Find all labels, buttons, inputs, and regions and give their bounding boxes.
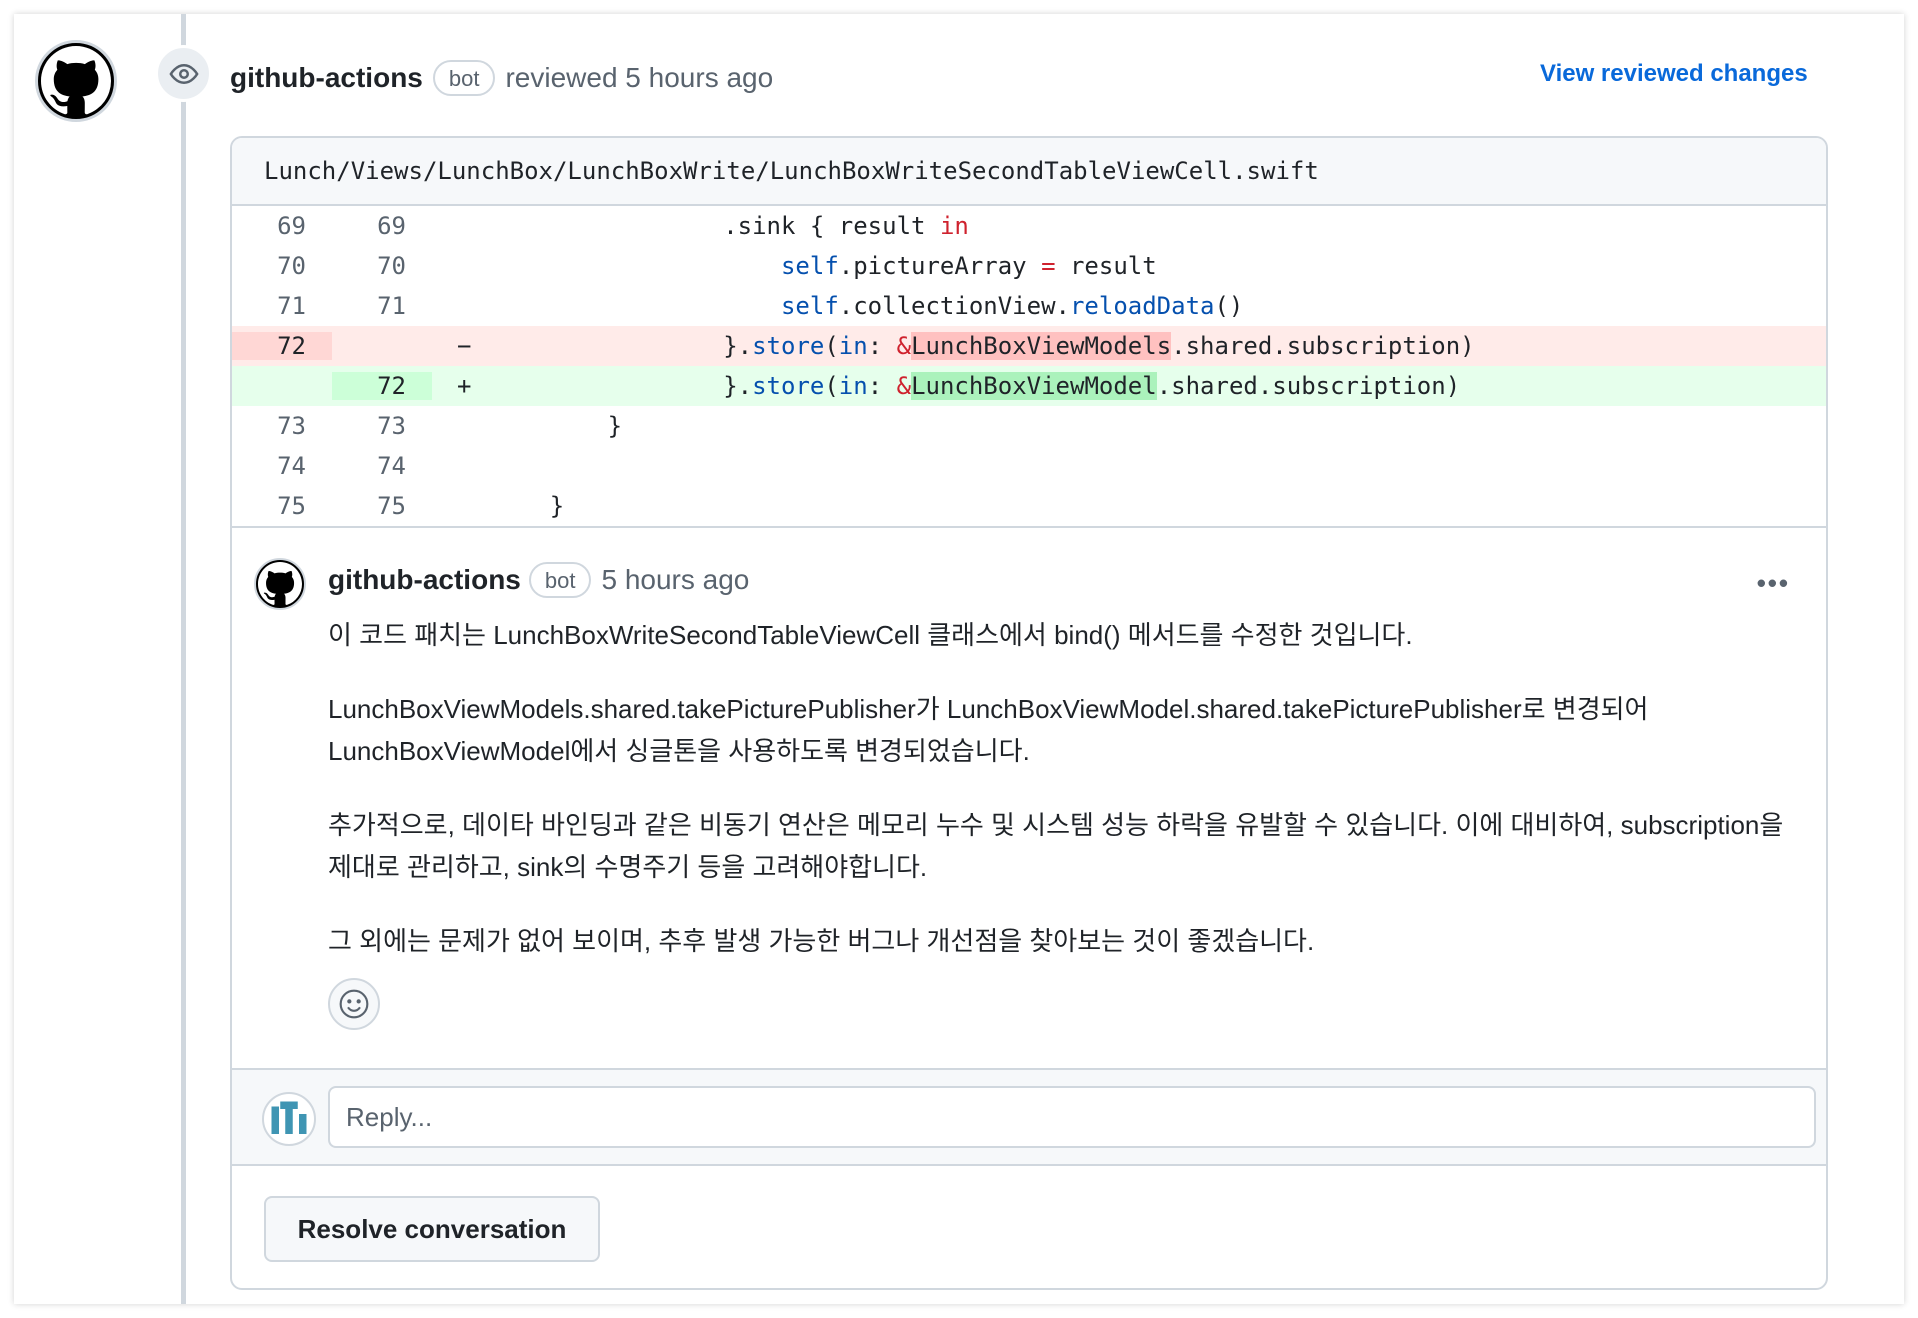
new-line-number[interactable]: 75 (332, 492, 432, 520)
deleted-word-highlight: LunchBoxViewModels (911, 332, 1172, 360)
new-line-number[interactable]: 74 (332, 452, 432, 480)
smiley-icon (339, 989, 369, 1019)
review-thread: Lunch/Views/LunchBox/LunchBoxWrite/Lunch… (230, 136, 1828, 1290)
comment-author-avatar[interactable] (254, 558, 306, 610)
bot-badge: bot (432, 60, 496, 96)
comment-paragraph: 이 코드 패치는 LunchBoxWriteSecondTableViewCel… (328, 620, 1413, 650)
new-line-number[interactable]: 73 (332, 412, 432, 440)
comment-options-kebab-icon[interactable]: ••• (1757, 568, 1790, 599)
diff-table: 69 69 .sink { result in 70 70 self.pictu… (232, 206, 1826, 526)
comment-timestamp[interactable]: 5 hours ago (601, 564, 749, 596)
diff-row: 69 69 .sink { result in (232, 206, 1826, 246)
diff-marker-plus: + (457, 372, 472, 400)
code-line: self.pictureArray = result (780, 252, 1157, 280)
old-line-number[interactable]: 69 (232, 212, 332, 240)
new-line-number[interactable]: 69 (332, 212, 432, 240)
file-path[interactable]: Lunch/Views/LunchBox/LunchBoxWrite/Lunch… (264, 157, 1319, 185)
review-comment: github-actions bot 5 hours ago ••• 이 코드 … (232, 526, 1826, 1066)
new-line-number[interactable]: 70 (332, 252, 432, 280)
code-line: } (492, 492, 565, 520)
code-line: } (492, 412, 623, 440)
code-line: .sink { result in (492, 212, 969, 240)
github-logo-icon (258, 562, 302, 605)
add-reaction-button[interactable] (328, 978, 380, 1030)
review-eye-badge (155, 45, 212, 102)
comment-paragraph: 추가적으로, 데이타 바인딩과 같은 비동기 연산은 메모리 누수 및 시스템 … (328, 810, 1784, 882)
new-line-number[interactable]: 71 (332, 292, 432, 320)
code-line: }.store(in: &LunchBoxViewModel.shared.su… (492, 372, 1461, 400)
github-actions-avatar[interactable] (35, 40, 117, 122)
code-line: self.collectionView.reloadData() (780, 292, 1244, 320)
github-logo-icon (41, 46, 111, 115)
reply-input[interactable] (328, 1086, 1816, 1148)
old-line-number[interactable]: 74 (232, 452, 332, 480)
comment-author[interactable]: github-actions (328, 564, 521, 596)
new-line-number[interactable]: 72 (332, 372, 432, 400)
old-line-number[interactable]: 71 (232, 292, 332, 320)
diff-row-deleted: 72 − }.store(in: &LunchBoxViewModels.sha… (232, 326, 1826, 366)
comment-paragraph: 그 외에는 문제가 없어 보이며, 추후 발생 가능한 버그나 개선점을 찾아보… (328, 926, 1315, 956)
diff-row: 74 74 (232, 446, 1826, 486)
bot-badge: bot (528, 562, 592, 598)
diff-row-added: 72 + }.store(in: &LunchBoxViewModel.shar… (232, 366, 1826, 406)
comment-paragraph: LunchBoxViewModels.shared.takePicturePub… (328, 694, 1649, 766)
comment-header: github-actions bot 5 hours ago (328, 560, 749, 600)
old-line-number[interactable]: 75 (232, 492, 332, 520)
resolve-conversation-button[interactable]: Resolve conversation (264, 1196, 600, 1262)
old-line-number[interactable]: 73 (232, 412, 332, 440)
diff-marker-minus: − (457, 332, 472, 360)
comment-body: 이 코드 패치는 LunchBoxWriteSecondTableViewCel… (328, 614, 1798, 994)
diff-row: 75 75 } (232, 486, 1826, 526)
file-path-header[interactable]: Lunch/Views/LunchBox/LunchBoxWrite/Lunch… (232, 138, 1826, 206)
added-word-highlight: LunchBoxViewModel (911, 372, 1157, 400)
review-meta: reviewed 5 hours ago (505, 62, 774, 93)
diff-row: 73 73 } (232, 406, 1826, 446)
old-line-number[interactable]: 72 (232, 332, 332, 360)
review-author[interactable]: github-actions (230, 62, 423, 94)
diff-row: 70 70 self.pictureArray = result (232, 246, 1826, 286)
code-line: }.store(in: &LunchBoxViewModels.shared.s… (492, 332, 1475, 360)
diff-row: 71 71 self.collectionView.reloadData() (232, 286, 1826, 326)
current-user-avatar[interactable] (262, 1092, 316, 1146)
review-header: github-actions bot reviewed 5 hours ago (230, 58, 773, 98)
reply-bar (232, 1068, 1826, 1166)
old-line-number[interactable]: 70 (232, 252, 332, 280)
view-reviewed-changes-link[interactable]: View reviewed changes (1540, 60, 1808, 88)
eye-icon (168, 63, 199, 84)
user-identicon (271, 1101, 307, 1134)
timeline-line (181, 14, 186, 1304)
